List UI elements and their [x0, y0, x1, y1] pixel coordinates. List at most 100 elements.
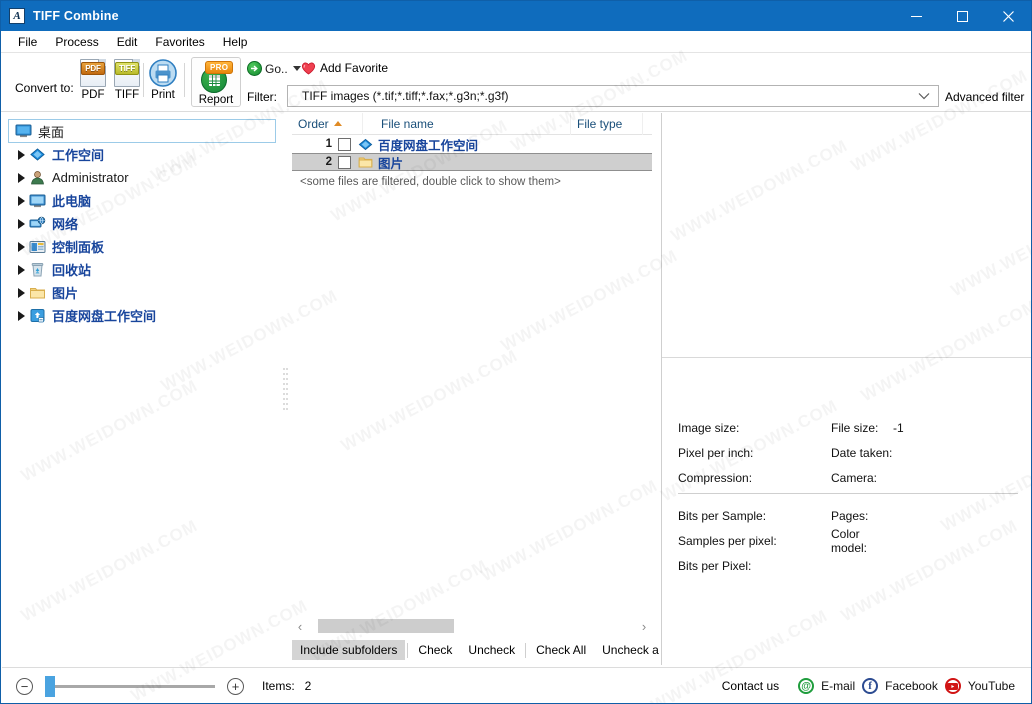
- email-link[interactable]: E-mail: [821, 679, 855, 693]
- filtered-files-note[interactable]: <some files are filtered, double click t…: [292, 171, 652, 188]
- application-window: A TIFF Combine File Process Edit Favorit…: [0, 0, 1032, 704]
- expand-icon[interactable]: [14, 195, 28, 206]
- filter-combobox[interactable]: TIFF images (*.tif;*.tiff;*.fax;*.g3n;*.…: [287, 85, 939, 107]
- tree-item-pictures[interactable]: 图片: [2, 281, 280, 304]
- computer-icon: [28, 193, 46, 209]
- property-row: Pixel per inch: Date taken:: [678, 440, 1022, 465]
- youtube-link[interactable]: YouTube: [968, 679, 1015, 693]
- file-list-horizontal-scrollbar[interactable]: ‹ ›: [292, 615, 652, 637]
- property-label-date-taken: Date taken:: [831, 445, 893, 460]
- print-button[interactable]: Print: [141, 59, 185, 101]
- menu-item-help[interactable]: Help: [214, 33, 257, 51]
- expand-icon[interactable]: [14, 310, 28, 321]
- tree-item-desktop[interactable]: 桌面: [8, 119, 276, 143]
- property-label-bits-per-pixel: Bits per Pixel:: [678, 558, 752, 573]
- file-list-header: Order File name File type: [292, 112, 652, 135]
- table-row[interactable]: 1 百度网盘工作空间: [292, 135, 652, 153]
- table-row[interactable]: 2 图片: [292, 153, 652, 171]
- facebook-link[interactable]: Facebook: [885, 679, 938, 693]
- check-all-button[interactable]: Check All: [528, 640, 594, 660]
- tree-item-this-pc[interactable]: 此电脑: [2, 189, 280, 212]
- tiff-file-icon: TIFF: [114, 59, 140, 87]
- advanced-filter-link[interactable]: Advanced filter: [945, 90, 1024, 104]
- vertical-splitter[interactable]: [281, 113, 290, 665]
- close-button[interactable]: [985, 1, 1031, 31]
- expand-icon[interactable]: [14, 287, 28, 298]
- chevron-down-icon[interactable]: [918, 89, 930, 103]
- tree-item-workspace-label: 工作空间: [52, 149, 105, 164]
- column-header-order[interactable]: Order: [292, 113, 362, 135]
- property-label-color-model: Color model:: [831, 526, 868, 555]
- go-button[interactable]: Go..: [247, 61, 301, 76]
- expand-icon[interactable]: [14, 172, 28, 183]
- column-header-file-type[interactable]: File type: [570, 112, 642, 135]
- folder-tree-pane[interactable]: 桌面 工作空间 Administrator 此电脑 网络 控制面板 回收站 图片…: [2, 113, 280, 665]
- menu-item-edit[interactable]: Edit: [108, 33, 147, 51]
- menu-item-favorites[interactable]: Favorites: [146, 33, 213, 51]
- expand-icon[interactable]: [14, 149, 28, 160]
- menu-item-process[interactable]: Process: [46, 33, 107, 51]
- row-checkbox[interactable]: [338, 137, 351, 151]
- add-favorite-button[interactable]: Add Favorite: [301, 61, 388, 75]
- row-file-name: 百度网盘工作空间: [378, 137, 479, 153]
- zoom-slider-thumb[interactable]: [45, 675, 55, 697]
- folder-icon: [28, 285, 46, 301]
- column-header-file-type-label: File type: [577, 116, 623, 131]
- email-icon[interactable]: @: [798, 678, 815, 694]
- zoom-slider[interactable]: [45, 675, 215, 697]
- expand-icon[interactable]: [14, 264, 28, 275]
- expand-icon[interactable]: [14, 218, 28, 229]
- check-button[interactable]: Check: [410, 640, 460, 660]
- tree-item-workspace[interactable]: 工作空间: [2, 143, 280, 166]
- button-separator: [525, 642, 527, 658]
- file-list-button-bar: Include subfolders Check Uncheck Check A…: [292, 639, 667, 661]
- property-value-file-size: -1: [893, 420, 904, 435]
- convert-to-label: Convert to:: [15, 81, 74, 95]
- property-row: Image size: File size: -1: [678, 415, 1022, 440]
- tiff-badge-label: TIFF: [115, 62, 139, 75]
- menu-item-file[interactable]: File: [9, 33, 46, 51]
- column-header-file-name-label: File name: [381, 116, 434, 131]
- uncheck-all-button[interactable]: Uncheck a: [594, 640, 667, 660]
- zoom-out-button[interactable]: −: [16, 677, 33, 695]
- include-subfolders-button[interactable]: Include subfolders: [292, 640, 406, 660]
- scrollbar-thumb[interactable]: [318, 619, 454, 633]
- scroll-left-arrow-icon[interactable]: ‹: [292, 619, 308, 634]
- row-checkbox[interactable]: [338, 155, 351, 169]
- desktop-icon: [14, 123, 32, 139]
- tree-item-administrator[interactable]: Administrator: [2, 166, 280, 189]
- tree-item-control-panel[interactable]: 控制面板: [2, 235, 280, 258]
- expand-icon[interactable]: [14, 241, 28, 252]
- uncheck-button[interactable]: Uncheck: [460, 640, 523, 660]
- minimize-button[interactable]: [893, 1, 939, 31]
- filter-value: TIFF images (*.tif;*.tiff;*.fax;*.g3n;*.…: [302, 89, 509, 103]
- items-count: 2: [304, 679, 312, 693]
- facebook-icon[interactable]: f: [862, 678, 879, 694]
- property-label-image-size: Image size:: [678, 420, 740, 435]
- property-label-compression: Compression:: [678, 470, 753, 485]
- chevron-down-icon[interactable]: [292, 66, 301, 71]
- folder-icon: [357, 155, 373, 169]
- scroll-right-arrow-icon[interactable]: ›: [636, 619, 652, 634]
- scrollbar-track[interactable]: [308, 619, 636, 633]
- tiff-button-label: TIFF: [114, 89, 140, 101]
- toolbar-separator-2: [184, 63, 185, 97]
- tree-item-baidu-netdisk[interactable]: 百度网盘工作空间: [2, 304, 280, 327]
- tree-item-administrator-label: Administrator: [52, 170, 129, 185]
- button-separator: [407, 642, 409, 658]
- contact-us-label[interactable]: Contact us: [722, 679, 779, 693]
- column-header-file-name[interactable]: File name: [362, 112, 570, 135]
- zoom-in-button[interactable]: +: [227, 677, 244, 695]
- tree-item-control-panel-label: 控制面板: [52, 241, 105, 256]
- tree-item-recycle-bin[interactable]: 回收站: [2, 258, 280, 281]
- property-row: Samples per pixel: Color model:: [678, 526, 1022, 555]
- file-list-pane[interactable]: Order File name File type 1 百度网盘工作空间 2 图…: [292, 112, 652, 619]
- column-header-extra[interactable]: [642, 112, 652, 135]
- youtube-icon[interactable]: [944, 678, 961, 694]
- column-header-order-label: Order: [298, 116, 329, 131]
- tree-item-pictures-label: 图片: [52, 287, 79, 302]
- maximize-button[interactable]: [939, 1, 985, 31]
- filter-label: Filter:: [247, 90, 277, 104]
- tree-item-network[interactable]: 网络: [2, 212, 280, 235]
- property-label-file-size: File size:: [831, 420, 879, 435]
